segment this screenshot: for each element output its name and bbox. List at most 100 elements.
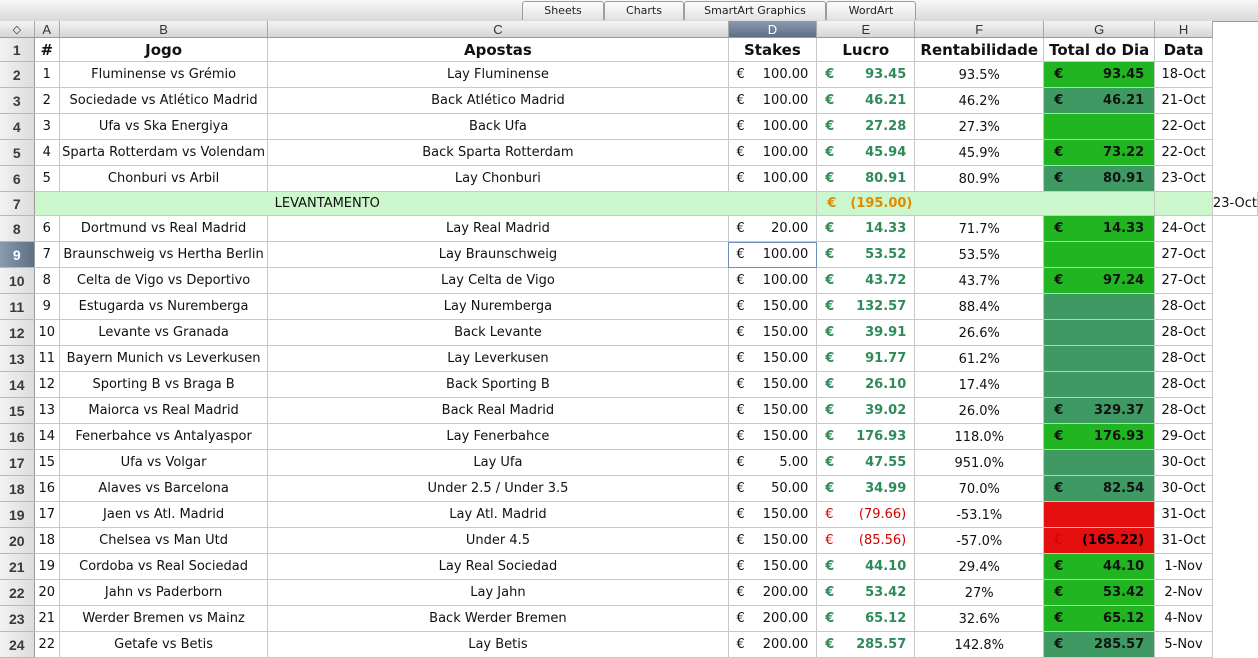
rentabilidade-cell[interactable]: 46.2% (914, 87, 1045, 114)
row-number[interactable]: 6 (0, 165, 35, 192)
aposta-cell[interactable]: Under 2.5 / Under 3.5 (267, 475, 729, 502)
total-cell[interactable] (1043, 449, 1156, 476)
lucro-cell[interactable]: €285.57 (816, 631, 916, 658)
column-header-f[interactable]: F (914, 21, 1045, 38)
aposta-cell[interactable]: Lay Betis (267, 631, 729, 658)
total-cell[interactable]: €14.33 (1043, 215, 1156, 242)
levantamento-cell[interactable]: LEVANTAMENTO (34, 191, 818, 216)
rentabilidade-cell[interactable]: 61.2% (914, 345, 1045, 372)
stake-cell[interactable]: €150.00 (728, 345, 818, 372)
bet-number-cell[interactable]: 6 (34, 215, 60, 242)
rentabilidade-cell[interactable]: 26.6% (914, 319, 1045, 346)
jogo-cell[interactable]: Cordoba vs Real Sociedad (59, 553, 269, 580)
bet-number-cell[interactable]: 22 (34, 631, 60, 658)
total-cell[interactable]: €53.42 (1043, 579, 1156, 606)
jogo-cell[interactable]: Chelsea vs Man Utd (59, 527, 269, 554)
jogo-cell[interactable]: Ufa vs Volgar (59, 449, 269, 476)
aposta-cell[interactable]: Back Real Madrid (267, 397, 729, 424)
row-number[interactable]: 9 (0, 241, 35, 268)
row-number[interactable]: 3 (0, 87, 35, 114)
ribbon-tab-wordart[interactable]: WordArt (826, 1, 916, 20)
jogo-cell[interactable]: Sporting B vs Braga B (59, 371, 269, 398)
lucro-cell[interactable]: €53.42 (816, 579, 916, 606)
jogo-cell[interactable]: Getafe vs Betis (59, 631, 269, 658)
total-cell[interactable] (1043, 319, 1156, 346)
date-cell[interactable]: 28-Oct (1154, 371, 1213, 398)
jogo-cell[interactable]: Chonburi vs Arbil (59, 165, 269, 192)
aposta-cell[interactable]: Lay Ufa (267, 449, 729, 476)
row-number[interactable]: 10 (0, 267, 35, 294)
bet-number-cell[interactable]: 12 (34, 371, 60, 398)
lucro-cell[interactable]: €91.77 (816, 345, 916, 372)
date-cell[interactable]: 22-Oct (1154, 139, 1213, 166)
lucro-cell[interactable]: €34.99 (816, 475, 916, 502)
stake-cell[interactable]: €100.00 (728, 61, 818, 88)
rentabilidade-cell[interactable]: 70.0% (914, 475, 1045, 502)
lucro-cell[interactable]: €46.21 (816, 87, 916, 114)
aposta-cell[interactable]: Lay Fenerbahce (267, 423, 729, 450)
stake-cell[interactable]: €150.00 (728, 397, 818, 424)
stake-cell[interactable]: €5.00 (728, 449, 818, 476)
column-header-d[interactable]: D (728, 21, 818, 38)
stake-cell[interactable]: €100.00 (728, 241, 818, 268)
total-cell[interactable]: € (165.22) (1043, 527, 1156, 554)
rentabilidade-cell[interactable]: 71.7% (914, 215, 1045, 242)
jogo-cell[interactable]: Alaves vs Barcelona (59, 475, 269, 502)
stake-cell[interactable]: €150.00 (728, 501, 818, 528)
rentabilidade-cell[interactable]: 43.7% (914, 267, 1045, 294)
lucro-cell[interactable]: €39.02 (816, 397, 916, 424)
jogo-cell[interactable]: Bayern Munich vs Leverkusen (59, 345, 269, 372)
aposta-cell[interactable]: Lay Braunschweig (267, 241, 729, 268)
date-cell[interactable]: 22-Oct (1154, 113, 1213, 140)
row-number[interactable]: 23 (0, 605, 35, 632)
total-cell[interactable]: €44.10 (1043, 553, 1156, 580)
lucro-cell[interactable]: €14.33 (816, 215, 916, 242)
aposta-cell[interactable]: Lay Nuremberga (267, 293, 729, 320)
bet-number-cell[interactable]: 11 (34, 345, 60, 372)
aposta-cell[interactable]: Back Sparta Rotterdam (267, 139, 729, 166)
ribbon-tab-charts[interactable]: Charts (604, 1, 684, 20)
bet-number-cell[interactable]: 18 (34, 527, 60, 554)
stake-cell[interactable]: €100.00 (728, 267, 818, 294)
levantamento-value-cell[interactable]: € (195.00) (816, 191, 1156, 216)
lucro-cell[interactable]: €39.91 (816, 319, 916, 346)
bet-number-cell[interactable]: 8 (34, 267, 60, 294)
lucro-cell[interactable]: €44.10 (816, 553, 916, 580)
bet-number-cell[interactable]: 16 (34, 475, 60, 502)
row-number[interactable]: 5 (0, 139, 35, 166)
total-cell[interactable] (1043, 293, 1156, 320)
jogo-cell[interactable]: Sociedade vs Atlético Madrid (59, 87, 269, 114)
bet-number-cell[interactable]: 7 (34, 241, 60, 268)
total-cell[interactable]: €285.57 (1043, 631, 1156, 658)
bet-number-cell[interactable]: 13 (34, 397, 60, 424)
aposta-cell[interactable]: Lay Fluminense (267, 61, 729, 88)
total-cell[interactable]: €82.54 (1043, 475, 1156, 502)
rentabilidade-cell[interactable]: 53.5% (914, 241, 1045, 268)
bet-number-cell[interactable]: 1 (34, 61, 60, 88)
bet-number-cell[interactable]: 17 (34, 501, 60, 528)
stake-cell[interactable]: €150.00 (728, 553, 818, 580)
rentabilidade-cell[interactable]: 27.3% (914, 113, 1045, 140)
bet-number-cell[interactable]: 4 (34, 139, 60, 166)
lucro-cell[interactable]: €45.94 (816, 139, 916, 166)
row-number[interactable]: 13 (0, 345, 35, 372)
row-number[interactable]: 1 (0, 37, 35, 62)
stake-cell[interactable]: €200.00 (728, 605, 818, 632)
date-cell[interactable]: 28-Oct (1154, 345, 1213, 372)
date-cell[interactable]: 23-Oct (1154, 165, 1213, 192)
row-number[interactable]: 18 (0, 475, 35, 502)
bet-number-cell[interactable]: 20 (34, 579, 60, 606)
bet-number-cell[interactable]: 3 (34, 113, 60, 140)
bet-number-cell[interactable]: 19 (34, 553, 60, 580)
column-header-g[interactable]: G (1043, 21, 1156, 38)
date-cell[interactable]: 23-Oct (1212, 191, 1258, 216)
rentabilidade-cell[interactable]: 142.8% (914, 631, 1045, 658)
date-cell[interactable]: 31-Oct (1154, 527, 1213, 554)
jogo-cell[interactable]: Estugarda vs Nuremberga (59, 293, 269, 320)
rentabilidade-cell[interactable]: 26.0% (914, 397, 1045, 424)
row-number[interactable]: 15 (0, 397, 35, 424)
aposta-cell[interactable]: Lay Atl. Madrid (267, 501, 729, 528)
date-cell[interactable]: 5-Nov (1154, 631, 1213, 658)
jogo-cell[interactable]: Jahn vs Paderborn (59, 579, 269, 606)
stake-cell[interactable]: €200.00 (728, 631, 818, 658)
